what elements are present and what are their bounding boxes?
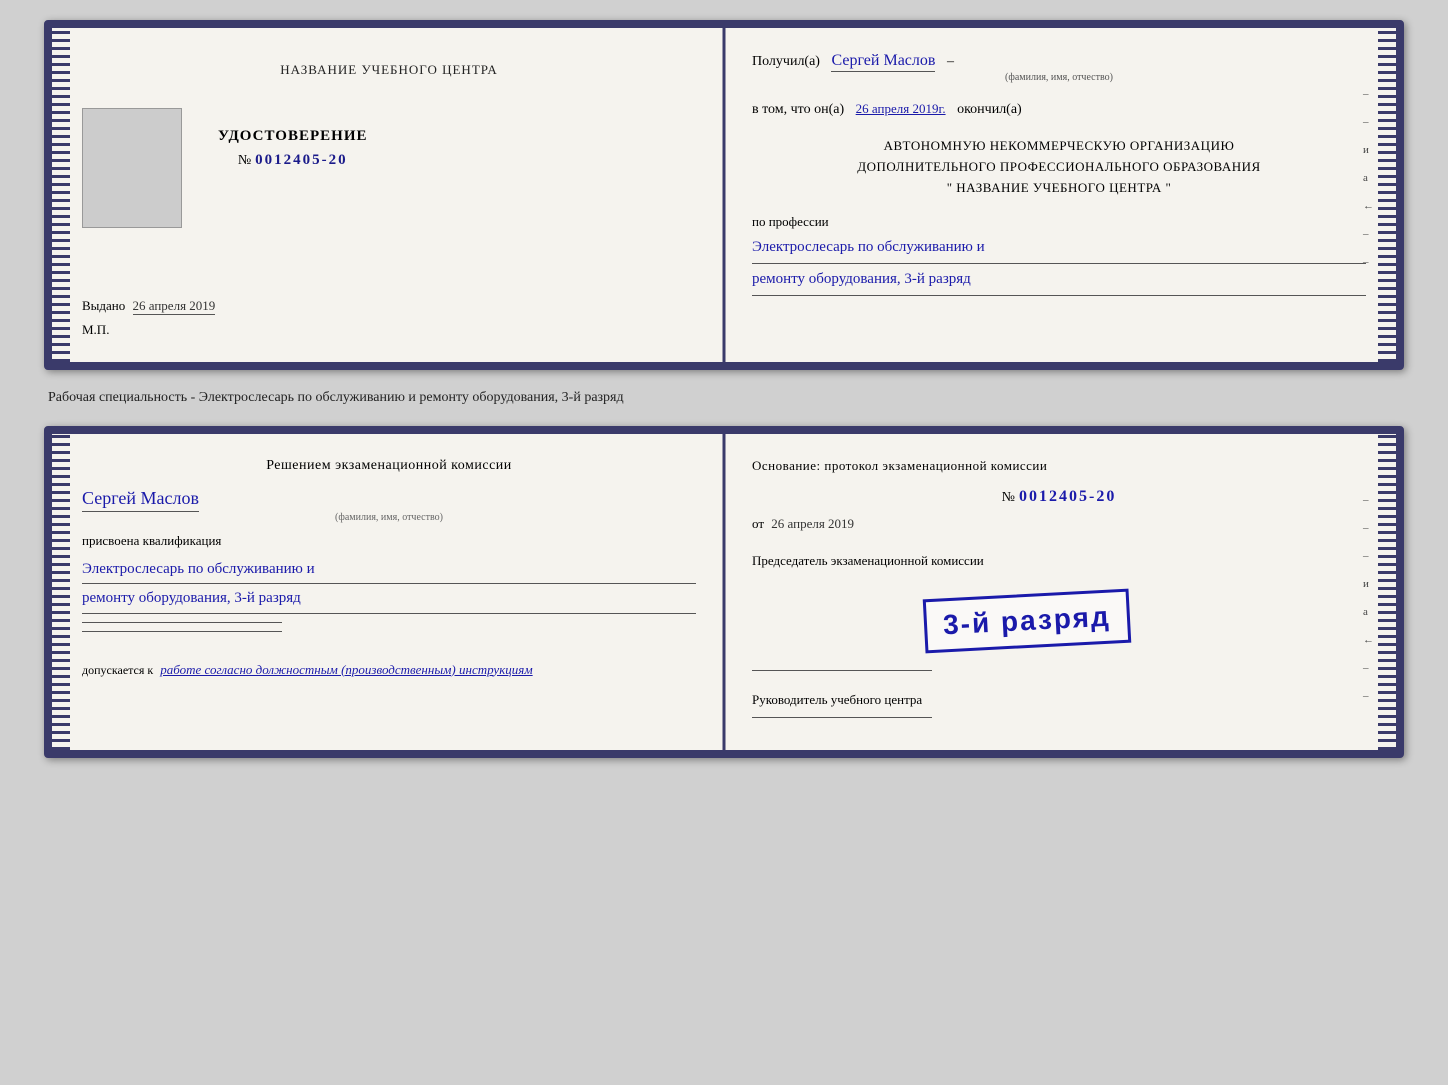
issued-date: 26 апреля 2019: [133, 298, 216, 315]
bottom-left-panel: Решением экзаменационной комиссии Сергей…: [52, 434, 724, 750]
cert-number: 0012405-20: [255, 152, 348, 168]
top-document-card: НАЗВАНИЕ УЧЕБНОГО ЦЕНТРА УДОСТОВЕРЕНИЕ №…: [44, 20, 1404, 370]
stamp-box: 3-й разряд: [923, 588, 1131, 653]
decision-title: Решением экзаменационной комиссии: [82, 458, 696, 474]
sig-line-2: [82, 631, 282, 632]
fio-label-top: (фамилия, имя, отчество): [752, 72, 1366, 83]
protocol-number: 0012405-20: [1019, 488, 1116, 505]
margin-letter-b6: ←: [1363, 634, 1374, 646]
top-right-panel: Получил(а) Сергей Маслов – (фамилия, имя…: [724, 28, 1396, 362]
date-value-top: 26 апреля 2019г.: [856, 101, 946, 116]
cert-number-prefix: №: [238, 153, 251, 168]
sig-line-1: [82, 622, 282, 623]
bottom-document-card: Решением экзаменационной комиссии Сергей…: [44, 426, 1404, 758]
profession-line1-top: Электрослесарь по обслуживанию и: [752, 239, 985, 255]
number-prefix-bottom: №: [1002, 490, 1015, 505]
page-wrapper: НАЗВАНИЕ УЧЕБНОГО ЦЕНТРА УДОСТОВЕРЕНИЕ №…: [20, 20, 1428, 758]
photo-placeholder: [82, 108, 182, 228]
qual-line1: Электрослесарь по обслуживанию и: [82, 555, 696, 585]
margin-letter-3: и: [1363, 144, 1374, 156]
bottom-right-panel: Основание: протокол экзаменационной коми…: [724, 434, 1396, 750]
issued-label: Выдано: [82, 298, 125, 313]
qualification-label: присвоена квалификация: [82, 533, 696, 549]
school-name-top: НАЗВАНИЕ УЧЕБНОГО ЦЕНТРА: [82, 62, 696, 78]
fio-label-bottom: (фамилия, имя, отчество): [82, 512, 696, 523]
received-name: Сергей Маслов: [831, 52, 935, 72]
margin-letter-b1: –: [1363, 494, 1374, 506]
allow-text: работе согласно должностным (производств…: [160, 662, 532, 677]
right-binding-bottom: [1378, 434, 1396, 750]
date-value-bottom: 26 апреля 2019: [771, 516, 854, 531]
margin-letter-b2: –: [1363, 522, 1374, 534]
right-binding-top: [1378, 28, 1396, 362]
margin-letter-6: –: [1363, 228, 1374, 240]
margin-letter-b4: и: [1363, 578, 1374, 590]
org-line3: " НАЗВАНИЕ УЧЕБНОГО ЦЕНТРА ": [752, 178, 1366, 199]
margin-letter-b3: –: [1363, 550, 1374, 562]
chairman-label: Председатель экзаменационной комиссии: [752, 552, 1366, 570]
caption-text: Рабочая специальность - Электрослесарь п…: [44, 388, 1404, 408]
org-block: АВТОНОМНУЮ НЕКОММЕРЧЕСКУЮ ОРГАНИЗАЦИЮ ДО…: [752, 136, 1366, 198]
right-margin-letters-bottom: – – – и а ← – –: [1363, 494, 1374, 702]
underline-top-1: [752, 263, 1366, 264]
right-margin-letters-top: – – и а ← – –: [1363, 88, 1374, 268]
manager-sig-line: [752, 717, 932, 718]
protocol-date-block: от 26 апреля 2019: [752, 516, 1366, 532]
date-suffix-top: окончил(а): [957, 102, 1022, 117]
allow-prefix: допускается к: [82, 663, 153, 677]
margin-letter-7: –: [1363, 256, 1374, 268]
stamp-text: 3-й разряд: [942, 600, 1111, 641]
date-line-top: в том, что он(а) 26 апреля 2019г. окончи…: [752, 101, 1366, 118]
margin-letter-1: –: [1363, 88, 1374, 100]
date-prefix-top: в том, что он(а): [752, 102, 844, 117]
margin-letter-2: –: [1363, 116, 1374, 128]
cert-title: УДОСТОВЕРЕНИЕ: [218, 128, 368, 145]
margin-letter-b5: а: [1363, 606, 1374, 618]
org-line2: ДОПОЛНИТЕЛЬНОГО ПРОФЕССИОНАЛЬНОГО ОБРАЗО…: [752, 157, 1366, 178]
profession-label-top: по профессии: [752, 214, 1366, 230]
chairman-sig-line: [752, 670, 932, 671]
margin-letter-b7: –: [1363, 662, 1374, 674]
received-prefix: Получил(а): [752, 54, 820, 69]
cert-title-block: УДОСТОВЕРЕНИЕ № 0012405-20: [218, 108, 368, 169]
manager-label: Руководитель учебного центра: [752, 691, 1366, 709]
qual-line2: ремонту оборудования, 3-й разряд: [82, 584, 696, 614]
date-prefix-bottom: от: [752, 516, 764, 531]
allow-block: допускается к работе согласно должностны…: [82, 662, 696, 678]
person-name-bottom: Сергей Маслов: [82, 488, 199, 512]
profession-line2-top: ремонту оборудования, 3-й разряд: [752, 271, 971, 287]
margin-letter-5: ←: [1363, 200, 1374, 212]
issued-line: Выдано 26 апреля 2019: [82, 298, 696, 314]
org-line1: АВТОНОМНУЮ НЕКОММЕРЧЕСКУЮ ОРГАНИЗАЦИЮ: [752, 136, 1366, 157]
dash-top: –: [947, 54, 954, 69]
received-line: Получил(а) Сергей Маслов – (фамилия, имя…: [752, 52, 1366, 83]
profession-block-top: Электрослесарь по обслуживанию и ремонту…: [752, 234, 1366, 296]
margin-letter-4: а: [1363, 172, 1374, 184]
margin-letter-b8: –: [1363, 690, 1374, 702]
qualification-block: Электрослесарь по обслуживанию и ремонту…: [82, 555, 696, 614]
basis-label: Основание: протокол экзаменационной коми…: [752, 458, 1366, 474]
top-left-panel: НАЗВАНИЕ УЧЕБНОГО ЦЕНТРА УДОСТОВЕРЕНИЕ №…: [52, 28, 724, 362]
mp-label: М.П.: [82, 322, 696, 338]
underline-top-2: [752, 295, 1366, 296]
